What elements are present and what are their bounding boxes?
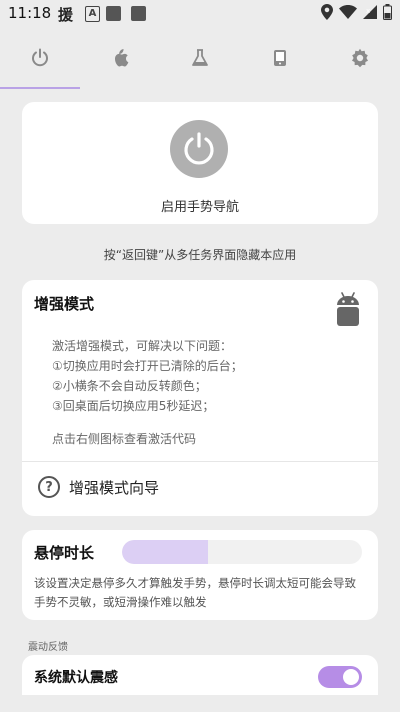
svg-text:x: x xyxy=(366,7,370,15)
apple-tab[interactable] xyxy=(80,28,160,88)
wifi-icon xyxy=(339,5,357,19)
flask-icon xyxy=(192,49,208,66)
settings-tab[interactable] xyxy=(320,28,400,88)
phone-icon xyxy=(274,50,286,66)
flask-tab[interactable] xyxy=(160,28,240,88)
enhanced-line: ②小横条不会自动反转颜色； xyxy=(52,379,207,393)
status-bar: 11:18 援 A x xyxy=(0,0,400,28)
square-icon xyxy=(106,6,121,21)
slider-fill xyxy=(122,540,209,564)
status-app-glyph: 援 xyxy=(58,6,74,24)
status-time: 11:18 xyxy=(8,4,52,22)
system-default-vibration-label: 系统默认震感 xyxy=(34,670,118,686)
help-icon: ? xyxy=(38,476,60,498)
phone-tab[interactable] xyxy=(240,28,320,88)
enhanced-line: ①切换应用时会打开已清除的后台； xyxy=(52,359,243,373)
battery-icon xyxy=(383,4,392,20)
enhanced-mode-card: 增强模式 激活增强模式，可解决以下问题： ①切换应用时会打开已清除的后台； ②小… xyxy=(22,280,378,516)
power-icon xyxy=(32,48,48,67)
gesture-nav-card: 启用手势导航 xyxy=(22,102,378,224)
apple-icon xyxy=(114,49,129,67)
toggle-knob xyxy=(343,669,359,685)
vibration-card: 系统默认震感 xyxy=(22,655,378,695)
gear-icon xyxy=(352,48,368,68)
enhanced-line: ③回桌面后切换应用5秒延迟； xyxy=(52,399,215,413)
square-icon xyxy=(131,6,146,21)
enhanced-line: 激活增强模式，可解决以下问题： xyxy=(52,339,233,353)
hover-time-description: 该设置决定悬停多久才算触发手势，悬停时长调太短可能会导致手势不灵敏，或短滑操作难… xyxy=(34,576,356,609)
activation-code-tip: 点击右侧图标查看激活代码 xyxy=(52,432,197,446)
top-nav xyxy=(0,28,400,89)
wizard-label: 增强模式向导 xyxy=(69,478,160,497)
enable-gesture-button[interactable] xyxy=(170,120,228,178)
hover-time-slider[interactable] xyxy=(122,540,362,564)
enhanced-mode-title: 增强模式 xyxy=(34,295,95,313)
enhanced-mode-wizard-button[interactable]: ? 增强模式向导 xyxy=(38,476,159,498)
hover-time-card: 悬停时长 该设置决定悬停多久才算触发手势，悬停时长调太短可能会导致手势不灵敏，或… xyxy=(22,530,378,620)
power-tab[interactable] xyxy=(0,28,80,89)
hover-time-title: 悬停时长 xyxy=(34,544,95,562)
hide-app-hint: 按“返回键”从多任务界面隐藏本应用 xyxy=(103,248,297,262)
status-right-icons: x xyxy=(321,4,392,20)
signal-icon: x xyxy=(363,5,377,19)
text-a-icon: A xyxy=(85,6,100,22)
divider xyxy=(22,461,378,462)
power-icon xyxy=(184,132,214,165)
location-icon xyxy=(321,4,333,20)
enable-gesture-label: 启用手势导航 xyxy=(160,200,239,215)
vibration-section-title: 震动反馈 xyxy=(28,642,68,653)
android-icon[interactable] xyxy=(336,292,360,330)
enhanced-mode-description: 激活增强模式，可解决以下问题： ①切换应用时会打开已清除的后台； ②小横条不会自… xyxy=(52,336,243,416)
system-default-vibration-toggle[interactable] xyxy=(318,666,362,688)
